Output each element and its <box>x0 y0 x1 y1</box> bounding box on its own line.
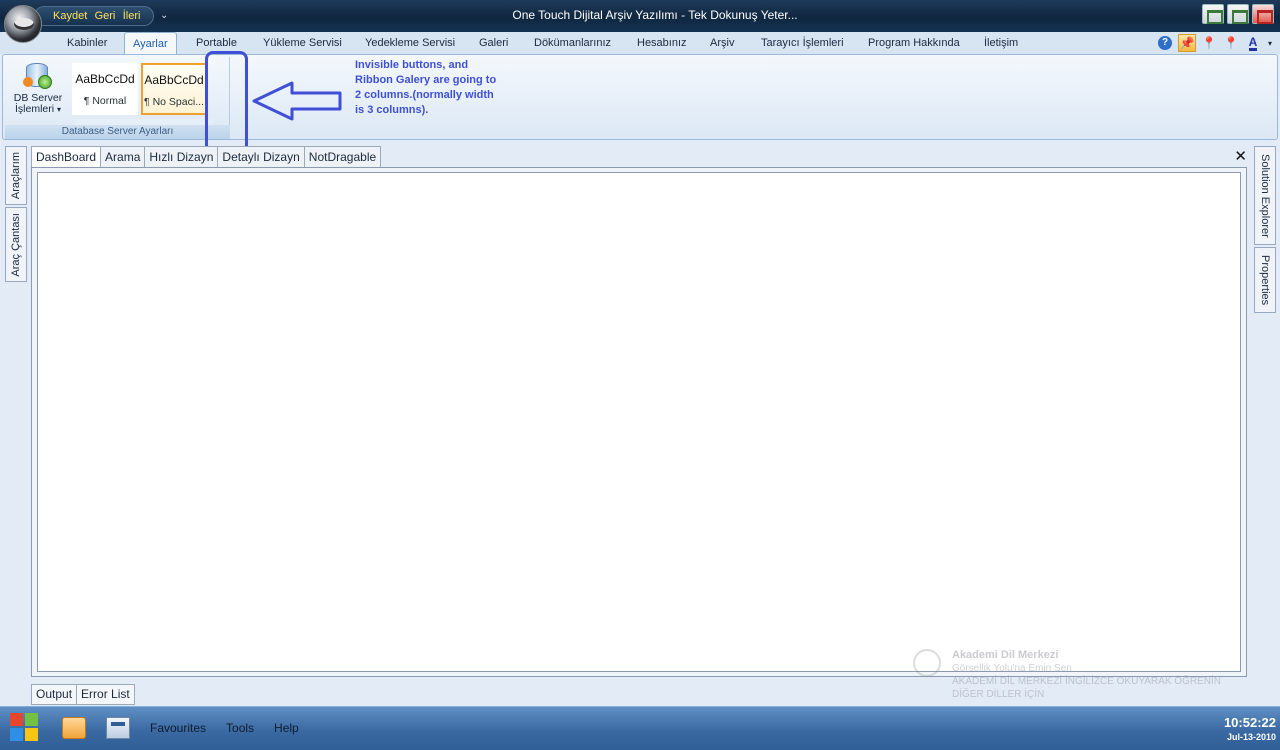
pin-icon[interactable]: 📌 <box>1178 34 1196 52</box>
start-button[interactable] <box>10 713 40 743</box>
tab-error-list[interactable]: Error List <box>76 684 135 705</box>
tab-yedekleme-servisi[interactable]: Yedekleme Servisi <box>357 32 463 54</box>
clock-time: 10:52:22 <box>1223 715 1276 730</box>
pin-icon[interactable]: 📍 <box>1200 34 1218 52</box>
app-orb-icon <box>14 18 34 30</box>
bottom-dock-tabs: Output Error List <box>31 684 135 705</box>
tab-kabinler[interactable]: Kabinler <box>59 32 115 54</box>
tab-arsiv[interactable]: Arşiv <box>702 32 742 54</box>
menu-favourites[interactable]: Favourites <box>150 721 206 735</box>
notification-line: DİĞER DİLLER İÇİN <box>952 689 1045 700</box>
tab-program-hakkinda[interactable]: Program Hakkında <box>860 32 968 54</box>
annotation-text: Invisible buttons, and Ribbon Galery are… <box>355 59 497 116</box>
gallery-item-no-spacing[interactable]: AaBbCcDd ¶ No Spaci... <box>141 63 207 115</box>
annotation-highlight-box <box>205 51 248 153</box>
minimize-button[interactable] <box>1202 4 1224 24</box>
document-frame <box>31 167 1247 677</box>
dock-tab-solution-explorer[interactable]: Solution Explorer <box>1254 146 1276 245</box>
close-document-icon[interactable]: ✕ <box>1234 147 1247 165</box>
notification-title: Akademi Dil Merkezi <box>952 649 1059 661</box>
db-server-button[interactable]: DB Server İşlemleri ▾ <box>9 59 67 123</box>
dock-tab-arac-cantasi[interactable]: Araç Çantası <box>5 207 27 282</box>
help-icon[interactable]: ? <box>1156 34 1174 52</box>
tab-galeri[interactable]: Galeri <box>471 32 516 54</box>
maximize-button[interactable] <box>1227 4 1249 24</box>
menu-tools[interactable]: Tools <box>226 721 254 735</box>
notification-toast[interactable]: Akademi Dil Merkezi Görsellik Yolu'na Em… <box>907 637 1237 707</box>
calculator-icon[interactable] <box>106 717 130 739</box>
close-button[interactable] <box>1252 4 1274 24</box>
clock: 10:52:22 Jul-13-2010 <box>1224 715 1276 742</box>
dock-tab-properties[interactable]: Properties <box>1254 247 1276 313</box>
style-name: ¶ No Spaci... <box>144 96 204 108</box>
document-area: DashBoard Arama Hızlı Dizayn Detaylı Diz… <box>31 146 1251 680</box>
font-color-icon[interactable]: A <box>1244 34 1262 52</box>
doc-tab-notdragable[interactable]: NotDragable <box>303 146 382 167</box>
tab-hesabiniz[interactable]: Hesabınız <box>629 32 695 54</box>
taskbar: Favourites Tools Help 10:52:22 Jul-13-20… <box>0 706 1280 750</box>
chevron-down-icon[interactable]: ▾ <box>1266 34 1274 52</box>
application-menu-button[interactable] <box>4 5 42 43</box>
gallery-item-normal[interactable]: AaBbCcDd ¶ Normal <box>72 63 138 115</box>
tab-yukleme-servisi[interactable]: Yükleme Servisi <box>255 32 350 54</box>
doc-tab-dashboard[interactable]: DashBoard <box>31 146 102 168</box>
database-icon <box>23 61 53 91</box>
tab-tarayici-islemleri[interactable]: Tarayıcı İşlemleri <box>753 32 852 54</box>
doc-tab-arama[interactable]: Arama <box>100 146 146 167</box>
tab-output[interactable]: Output <box>31 684 78 705</box>
title-bar: Kaydet Geri İleri ⌄ One Touch Dijital Ar… <box>0 0 1280 32</box>
db-server-label: DB Server İşlemleri ▾ <box>13 92 63 115</box>
window-title: One Touch Dijital Arşiv Yazılımı - Tek D… <box>512 8 798 22</box>
folder-icon[interactable] <box>62 717 86 739</box>
style-sample: AaBbCcDd <box>144 73 204 87</box>
doc-tab-detayli-dizayn[interactable]: Detaylı Dizayn <box>217 146 305 167</box>
window-controls <box>1202 4 1274 24</box>
annotation-arrow-icon <box>252 81 342 121</box>
notification-icon <box>913 649 941 677</box>
dashboard-canvas[interactable] <box>37 172 1241 672</box>
style-sample: AaBbCcDd <box>75 72 135 86</box>
ribbon-panel: DB Server İşlemleri ▾ AaBbCcDd ¶ Normal … <box>2 54 1278 140</box>
pin-icon[interactable]: 📍 <box>1222 34 1240 52</box>
style-name: ¶ Normal <box>83 95 127 107</box>
tab-iletisim[interactable]: İletişim <box>976 32 1026 54</box>
ribbon-tab-row: Kabinler Ayarlar Portable Yükleme Servis… <box>0 32 1280 55</box>
tab-ayarlar[interactable]: Ayarlar <box>124 32 177 55</box>
database-server-group: DB Server İşlemleri ▾ AaBbCcDd ¶ Normal … <box>5 57 230 139</box>
tab-dokumanlariniz[interactable]: Dökümanlarınız <box>526 32 619 54</box>
clock-date: Jul-13-2010 <box>1226 732 1276 742</box>
document-tabs: DashBoard Arama Hızlı Dizayn Detaylı Diz… <box>31 146 382 168</box>
doc-tab-hizli-dizayn[interactable]: Hızlı Dizayn <box>144 146 219 167</box>
menu-help[interactable]: Help <box>274 721 299 735</box>
taskbar-menu: Favourites Tools Help <box>150 721 299 735</box>
notification-line: Görsellik Yolu'na Emin Sen <box>952 663 1072 674</box>
notification-line: AKADEMİ DİL MERKEZİ İNGİLİZCE OKUYARAK Ö… <box>952 676 1221 687</box>
dock-tab-araclarim[interactable]: Araçlarım <box>5 146 27 205</box>
group-label: Database Server Ayarları <box>5 125 230 139</box>
ribbon-tools: ? 📌 📍 📍 A ▾ <box>1156 34 1274 52</box>
